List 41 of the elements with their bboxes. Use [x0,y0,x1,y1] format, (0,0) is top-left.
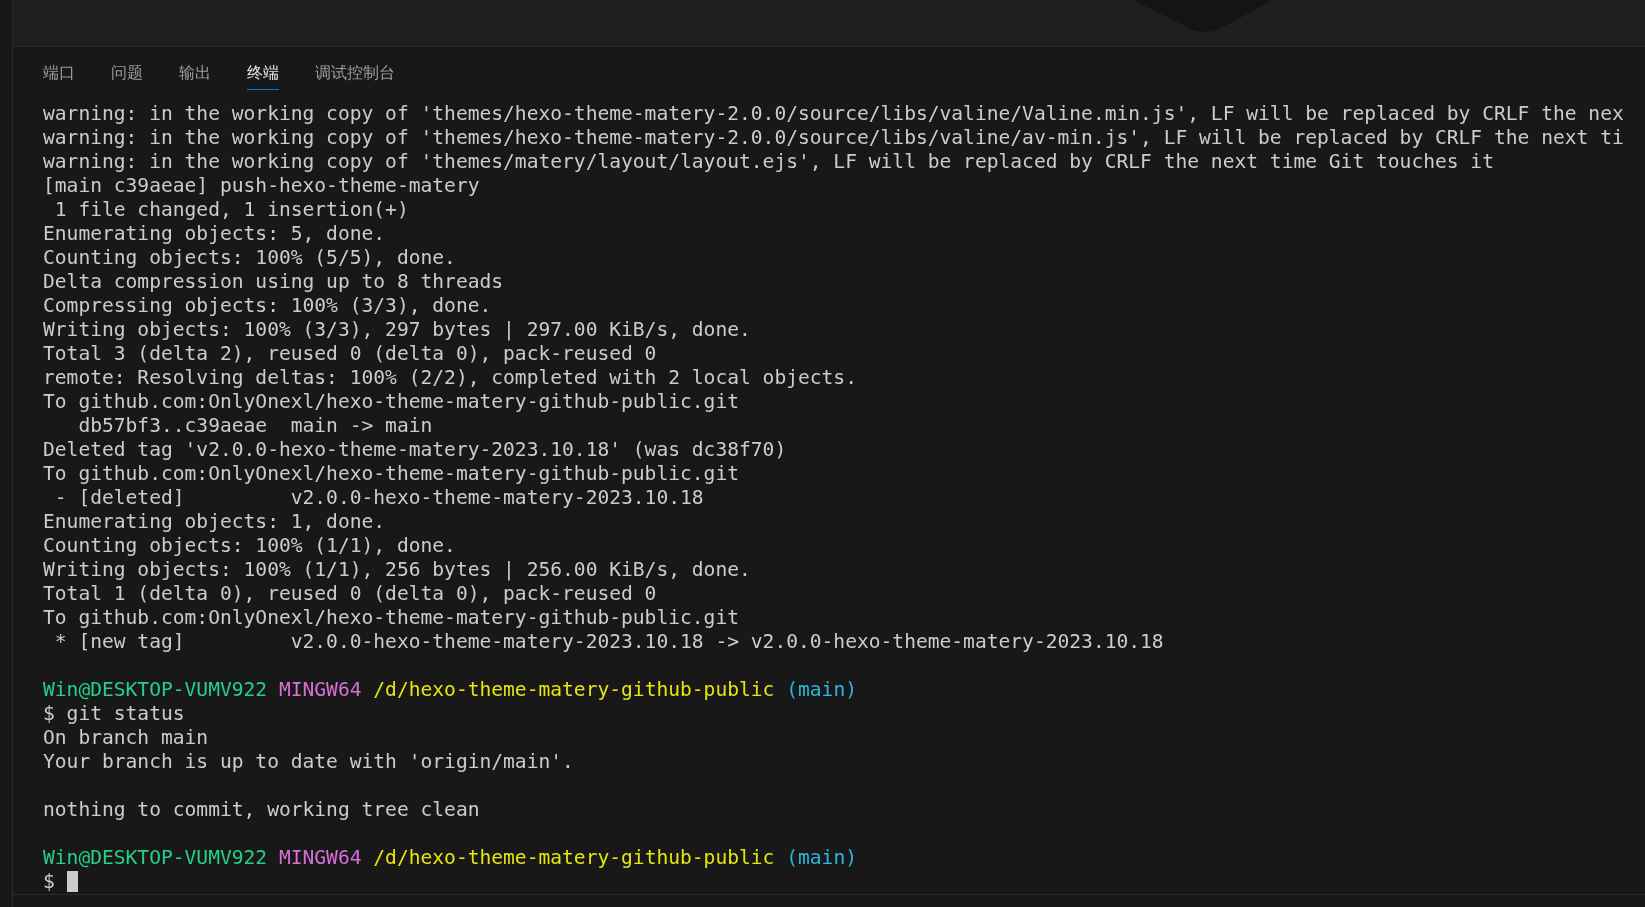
prompt-shell: MINGW64 [278,678,362,701]
terminal-line: Delta compression using up to 8 threads [43,270,505,294]
terminal-line: Your branch is up to date with 'origin/main'. [43,750,575,774]
terminal-line: Enumerating objects: 1, done. [43,510,387,534]
terminal-line: On branch main [43,726,210,750]
prompt-branch: (main) [786,678,857,701]
panel-tab[interactable]: 问题 [111,60,143,90]
prompt-symbol: $ [43,870,55,893]
terminal-line: - [deleted] v2.0.0-hexo-theme-matery-2023.10.18 [53,486,705,510]
prompt-shell: MINGW64 [278,846,362,869]
prompt-path: /d/hexo-theme-matery-github-public [373,846,775,869]
terminal-line: To github.com:OnlyOnexl/hexo-theme-matery-github-public.git [43,606,740,630]
terminal-line: Deleted tag 'v2.0.0-hexo-theme-matery-2023.10.18' (was dc38f70) [43,438,788,462]
terminal-line: To github.com:OnlyOnexl/hexo-theme-matery-github-public.git [43,390,740,414]
prompt-path: /d/hexo-theme-matery-github-public [373,678,775,701]
terminal-line: To github.com:OnlyOnexl/hexo-theme-matery-github-public.git [43,462,740,486]
terminal-line: nothing to commit, working tree clean [43,798,481,822]
terminal-line: Total 1 (delta 0), reused 0 (delta 0), pack-reused 0 [43,582,658,606]
terminal-line: db57bf3..c39aeae main -> main [77,414,434,438]
terminal-line: Counting objects: 100% (5/5), done. [43,246,457,270]
prompt-branch: (main) [786,846,857,869]
terminal-line: Writing objects: 100% (3/3), 297 bytes | 297.00 KiB/s, done. [43,318,752,342]
terminal-line: $ git status [43,702,186,726]
terminal-line: Compressing objects: 100% (3/3), done. [43,294,493,318]
panel-tab[interactable]: 输出 [179,60,211,90]
terminal-line: warning: in the working copy of 'themes/hexo-theme-matery-2.0.0/source/libs/valine/Valine.min.js', LF will be replaced by CRLF the nex [43,102,1625,126]
panel-tab[interactable]: 调试控制台 [315,60,395,90]
terminal-line: Writing objects: 100% (1/1), 256 bytes | 256.00 KiB/s, done. [43,558,752,582]
terminal-line: remote: Resolving deltas: 100% (2/2), completed with 2 local objects. [43,366,858,390]
panel-tab[interactable]: 终端 [247,60,279,90]
terminal-line: * [new tag] v2.0.0-hexo-theme-matery-2023.10.18 -> v2.0.0-hexo-theme-matery-2023.10.18 [53,630,1165,654]
prompt-user: Win@DESKTOP-VUMV922 [43,846,268,869]
terminal-line: [main c39aeae] push-hexo-theme-matery [43,174,481,198]
terminal-line: warning: in the working copy of 'themes/hexo-theme-matery-2.0.0/source/libs/valine/av-min.js', LF will be replaced by CRLF the next ti [43,126,1625,150]
prompt-user: Win@DESKTOP-VUMV922 [43,678,268,701]
terminal-line: Total 3 (delta 2), reused 0 (delta 0), pack-reused 0 [43,342,658,366]
panel-tab[interactable]: 端口 [43,60,75,90]
terminal-line: Counting objects: 100% (1/1), done. [43,534,457,558]
terminal-line: warning: in the working copy of 'themes/matery/layout/layout.ejs', LF will be replaced by CRLF the next time Git touches it [43,150,1495,174]
terminal-line: 1 file changed, 1 insertion(+) [53,198,410,222]
terminal-line: Enumerating objects: 5, done. [43,222,387,246]
